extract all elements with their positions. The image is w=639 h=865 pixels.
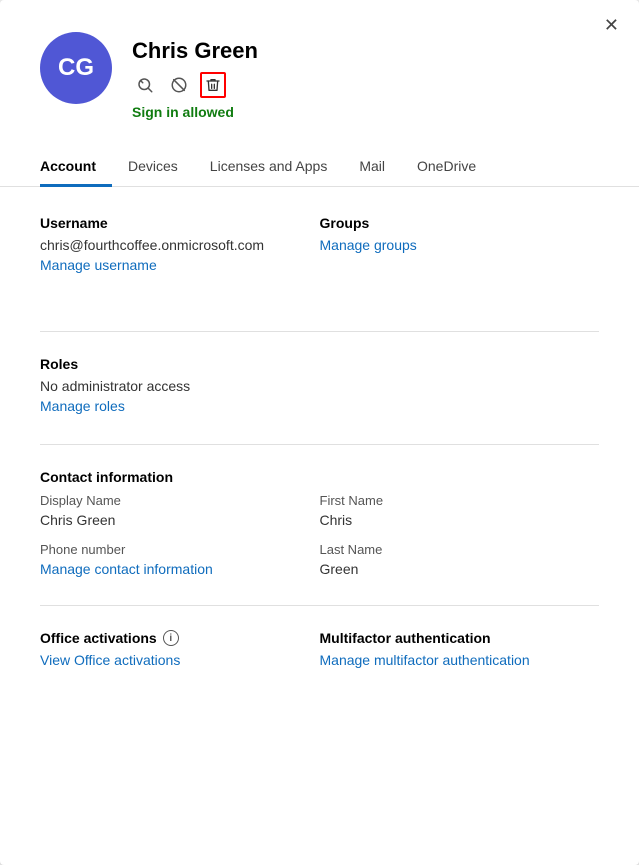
user-name: Chris Green — [132, 38, 258, 64]
username-groups-grid: Username chris@fourthcoffee.onmicrosoft.… — [40, 215, 599, 303]
username-section: Username chris@fourthcoffee.onmicrosoft.… — [40, 215, 320, 275]
close-button[interactable]: ✕ — [604, 16, 619, 34]
username-value: chris@fourthcoffee.onmicrosoft.com — [40, 237, 320, 253]
manage-groups-link[interactable]: Manage groups — [320, 237, 417, 253]
manage-mfa-link[interactable]: Manage multifactor authentication — [320, 652, 530, 668]
contact-title: Contact information — [40, 469, 599, 485]
header-actions — [132, 72, 258, 98]
roles-section: Roles No administrator access Manage rol… — [40, 356, 599, 416]
view-office-activations-link[interactable]: View Office activations — [40, 652, 180, 668]
divider-1 — [40, 331, 599, 332]
roles-value: No administrator access — [40, 378, 599, 394]
contact-section: Contact information Display Name Chris G… — [40, 469, 599, 577]
first-name-value: Chris — [320, 512, 600, 528]
tab-licenses[interactable]: Licenses and Apps — [194, 148, 344, 187]
modal-container: ✕ CG Chris Green — [0, 0, 639, 865]
manage-username-link[interactable]: Manage username — [40, 257, 157, 273]
office-title: Office activations i — [40, 630, 320, 646]
username-title: Username — [40, 215, 320, 231]
divider-2 — [40, 444, 599, 445]
tab-mail[interactable]: Mail — [343, 148, 401, 187]
display-name-value: Chris Green — [40, 512, 320, 528]
groups-title: Groups — [320, 215, 600, 231]
tab-onedrive[interactable]: OneDrive — [401, 148, 492, 187]
modal-header: CG Chris Green — [0, 0, 639, 120]
office-section: Office activations i View Office activat… — [40, 630, 320, 670]
roles-title: Roles — [40, 356, 599, 372]
avatar: CG — [40, 32, 112, 104]
groups-section: Groups Manage groups — [320, 215, 600, 275]
manage-roles-link[interactable]: Manage roles — [40, 398, 125, 414]
contact-left-col: Display Name Chris Green Phone number Ma… — [40, 493, 320, 577]
first-name-label: First Name — [320, 493, 600, 508]
delete-icon[interactable] — [200, 72, 226, 98]
info-icon[interactable]: i — [163, 630, 179, 646]
bottom-grid: Office activations i View Office activat… — [40, 630, 599, 670]
block-icon[interactable] — [166, 72, 192, 98]
tabs-bar: Account Devices Licenses and Apps Mail O… — [0, 148, 639, 187]
header-info: Chris Green — [132, 32, 258, 120]
sign-in-status: Sign in allowed — [132, 104, 258, 120]
mfa-section: Multifactor authentication Manage multif… — [320, 630, 600, 670]
search-icon[interactable] — [132, 72, 158, 98]
contact-right-col: First Name Chris Last Name Green — [320, 493, 600, 577]
last-name-value: Green — [320, 561, 600, 577]
tab-devices[interactable]: Devices — [112, 148, 194, 187]
display-name-label: Display Name — [40, 493, 320, 508]
phone-label: Phone number — [40, 542, 320, 557]
content-area: Username chris@fourthcoffee.onmicrosoft.… — [0, 187, 639, 710]
divider-3 — [40, 605, 599, 606]
manage-contact-link[interactable]: Manage contact information — [40, 561, 320, 577]
last-name-label: Last Name — [320, 542, 600, 557]
mfa-title: Multifactor authentication — [320, 630, 600, 646]
contact-grid: Display Name Chris Green Phone number Ma… — [40, 493, 599, 577]
tab-account[interactable]: Account — [40, 148, 112, 187]
